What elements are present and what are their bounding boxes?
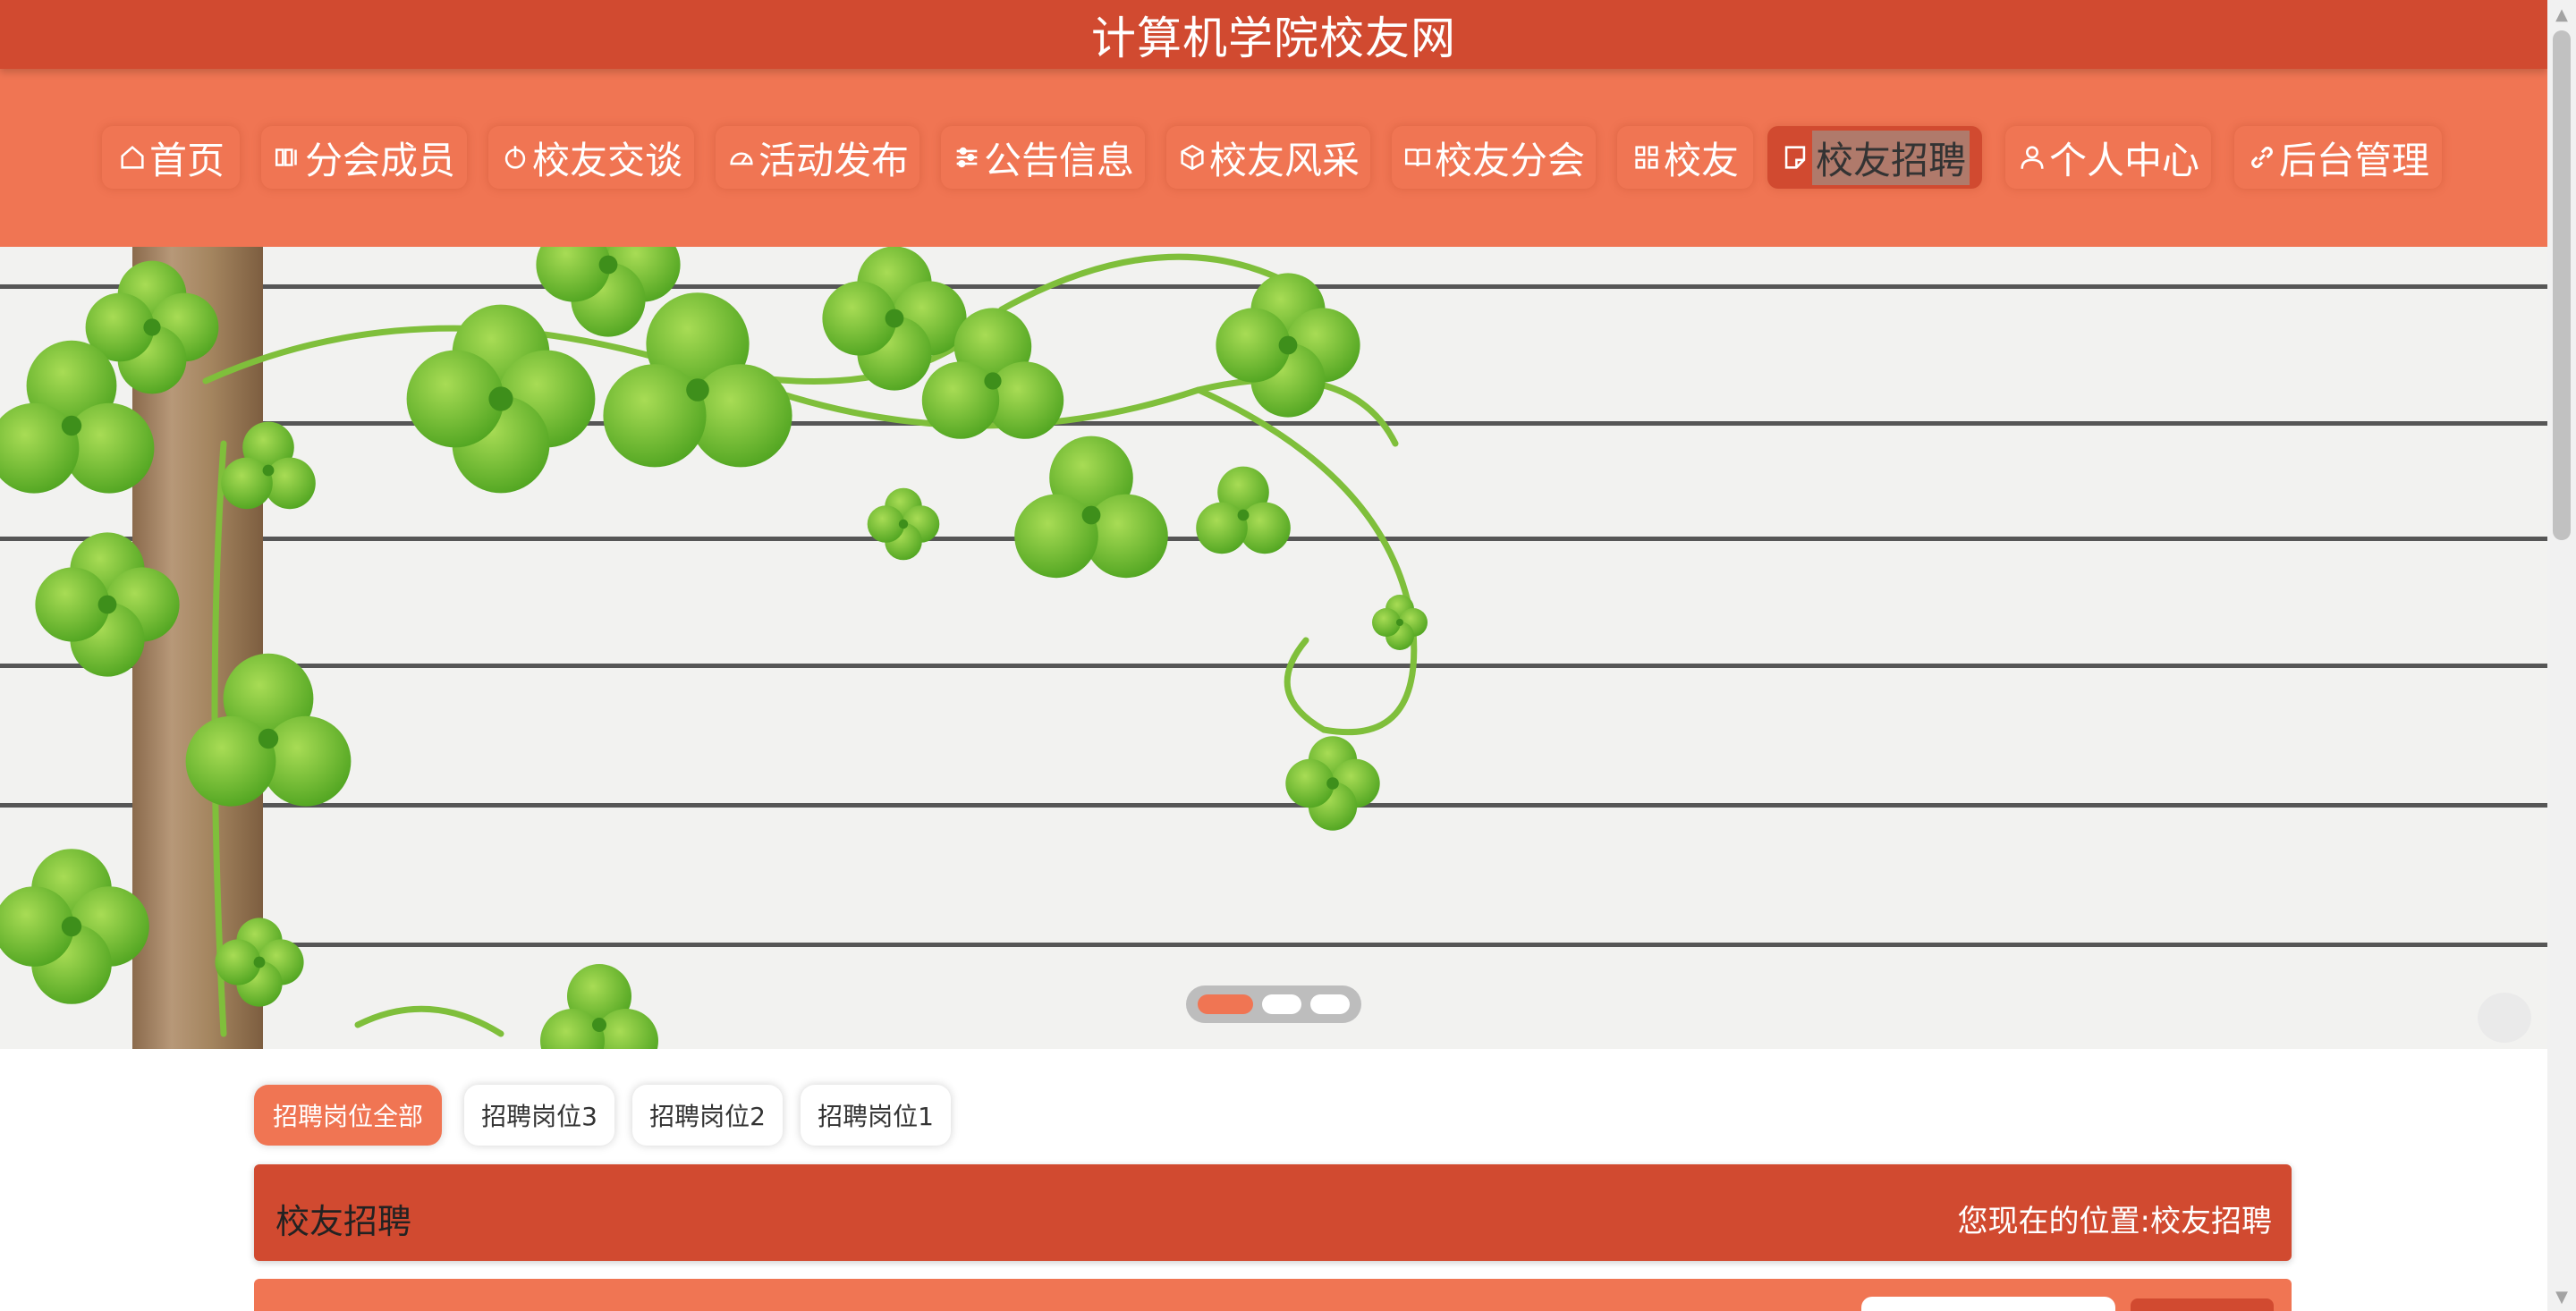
carousel-indicators — [1186, 985, 1361, 1023]
nav-item-profile[interactable]: 个人中心 — [2005, 126, 2211, 189]
section-title: 校友招聘 — [275, 1202, 412, 1241]
gauge-icon — [726, 142, 757, 173]
nav-item-activities[interactable]: 活动发布 — [716, 126, 919, 189]
members-icon — [273, 142, 303, 173]
nav-item-members[interactable]: 分会成员 — [261, 126, 467, 189]
breadcrumb: 您现在的位置:校友招聘 — [1958, 1197, 2272, 1240]
nav-label: 校友 — [1663, 138, 1739, 182]
scroll-thumb[interactable] — [2553, 30, 2571, 540]
vertical-scrollbar[interactable]: ▲ ▼ — [2547, 0, 2576, 1311]
nav-label: 校友交谈 — [531, 138, 682, 182]
link-icon — [2247, 142, 2277, 173]
breadcrumb-prefix: 您现在的位置: — [1957, 1204, 2150, 1239]
nav-label: 首页 — [148, 138, 225, 182]
main-nav: 首页 分会成员 校友交谈 活动发布 公告信息 校友风采 校友分会 校友 校友招聘… — [0, 69, 2547, 247]
nav-label: 后台管理 — [2278, 138, 2429, 182]
nav-item-recruitment[interactable]: 校友招聘 — [1767, 126, 1982, 189]
carousel-dot-1[interactable] — [1198, 994, 1253, 1014]
nav-item-showcase[interactable]: 校友风采 — [1166, 126, 1370, 189]
carousel-dot-2[interactable] — [1262, 994, 1301, 1014]
note-icon — [1780, 142, 1810, 173]
category-tab-label: 招聘岗位2 — [649, 1102, 766, 1131]
title-bar: 计算机学院校友网 — [0, 0, 2547, 69]
nav-item-admin[interactable]: 后台管理 — [2234, 126, 2442, 189]
category-tab-all[interactable]: 招聘岗位全部 — [254, 1085, 442, 1146]
breadcrumb-current[interactable]: 校友招聘 — [2150, 1204, 2272, 1239]
home-icon — [117, 142, 148, 173]
clover-vine-illustration — [0, 247, 1428, 1049]
nav-label: 校友风采 — [1208, 138, 1360, 182]
nav-label: 活动发布 — [758, 138, 909, 182]
nav-label: 校友招聘 — [1811, 130, 1970, 185]
category-tab-label: 招聘岗位1 — [818, 1102, 934, 1131]
category-tab-label: 招聘岗位3 — [481, 1102, 597, 1131]
user-icon — [2017, 142, 2047, 173]
grid-icon — [1631, 142, 1662, 173]
book-icon — [1402, 142, 1433, 173]
search-button[interactable] — [2131, 1298, 2274, 1311]
nav-item-alumni[interactable]: 校友 — [1617, 126, 1753, 189]
search-bar — [254, 1279, 2292, 1311]
nav-item-chat[interactable]: 校友交谈 — [488, 126, 694, 189]
category-tab-1[interactable]: 招聘岗位1 — [801, 1085, 951, 1146]
section-header: 校友招聘 您现在的位置:校友招聘 — [254, 1164, 2292, 1261]
sliders-icon — [952, 142, 982, 173]
nav-item-home[interactable]: 首页 — [102, 126, 240, 189]
nav-label: 个人中心 — [2048, 138, 2199, 182]
cube-icon — [1177, 142, 1208, 173]
nav-label: 分会成员 — [304, 138, 455, 182]
category-tab-label: 招聘岗位全部 — [272, 1102, 423, 1131]
nav-label: 公告信息 — [983, 138, 1134, 182]
page: 计算机学院校友网 首页 分会成员 校友交谈 活动发布 公告信息 校友风采 校友分… — [0, 0, 2547, 1311]
nav-item-branches[interactable]: 校友分会 — [1392, 126, 1596, 189]
category-tab-2[interactable]: 招聘岗位2 — [632, 1085, 783, 1146]
power-icon — [500, 142, 530, 173]
scroll-up-arrow-icon[interactable]: ▲ — [2547, 0, 2576, 29]
search-input[interactable] — [1861, 1297, 2115, 1311]
carousel-edge-decoration — [2478, 993, 2531, 1043]
category-tab-3[interactable]: 招聘岗位3 — [464, 1085, 614, 1146]
nav-item-announcements[interactable]: 公告信息 — [941, 126, 1145, 189]
carousel-dot-3[interactable] — [1310, 994, 1350, 1014]
site-title: 计算机学院校友网 — [1091, 12, 1456, 64]
scroll-down-arrow-icon[interactable]: ▼ — [2547, 1282, 2576, 1311]
nav-label: 校友分会 — [1434, 138, 1585, 182]
banner-carousel[interactable] — [0, 247, 2547, 1049]
